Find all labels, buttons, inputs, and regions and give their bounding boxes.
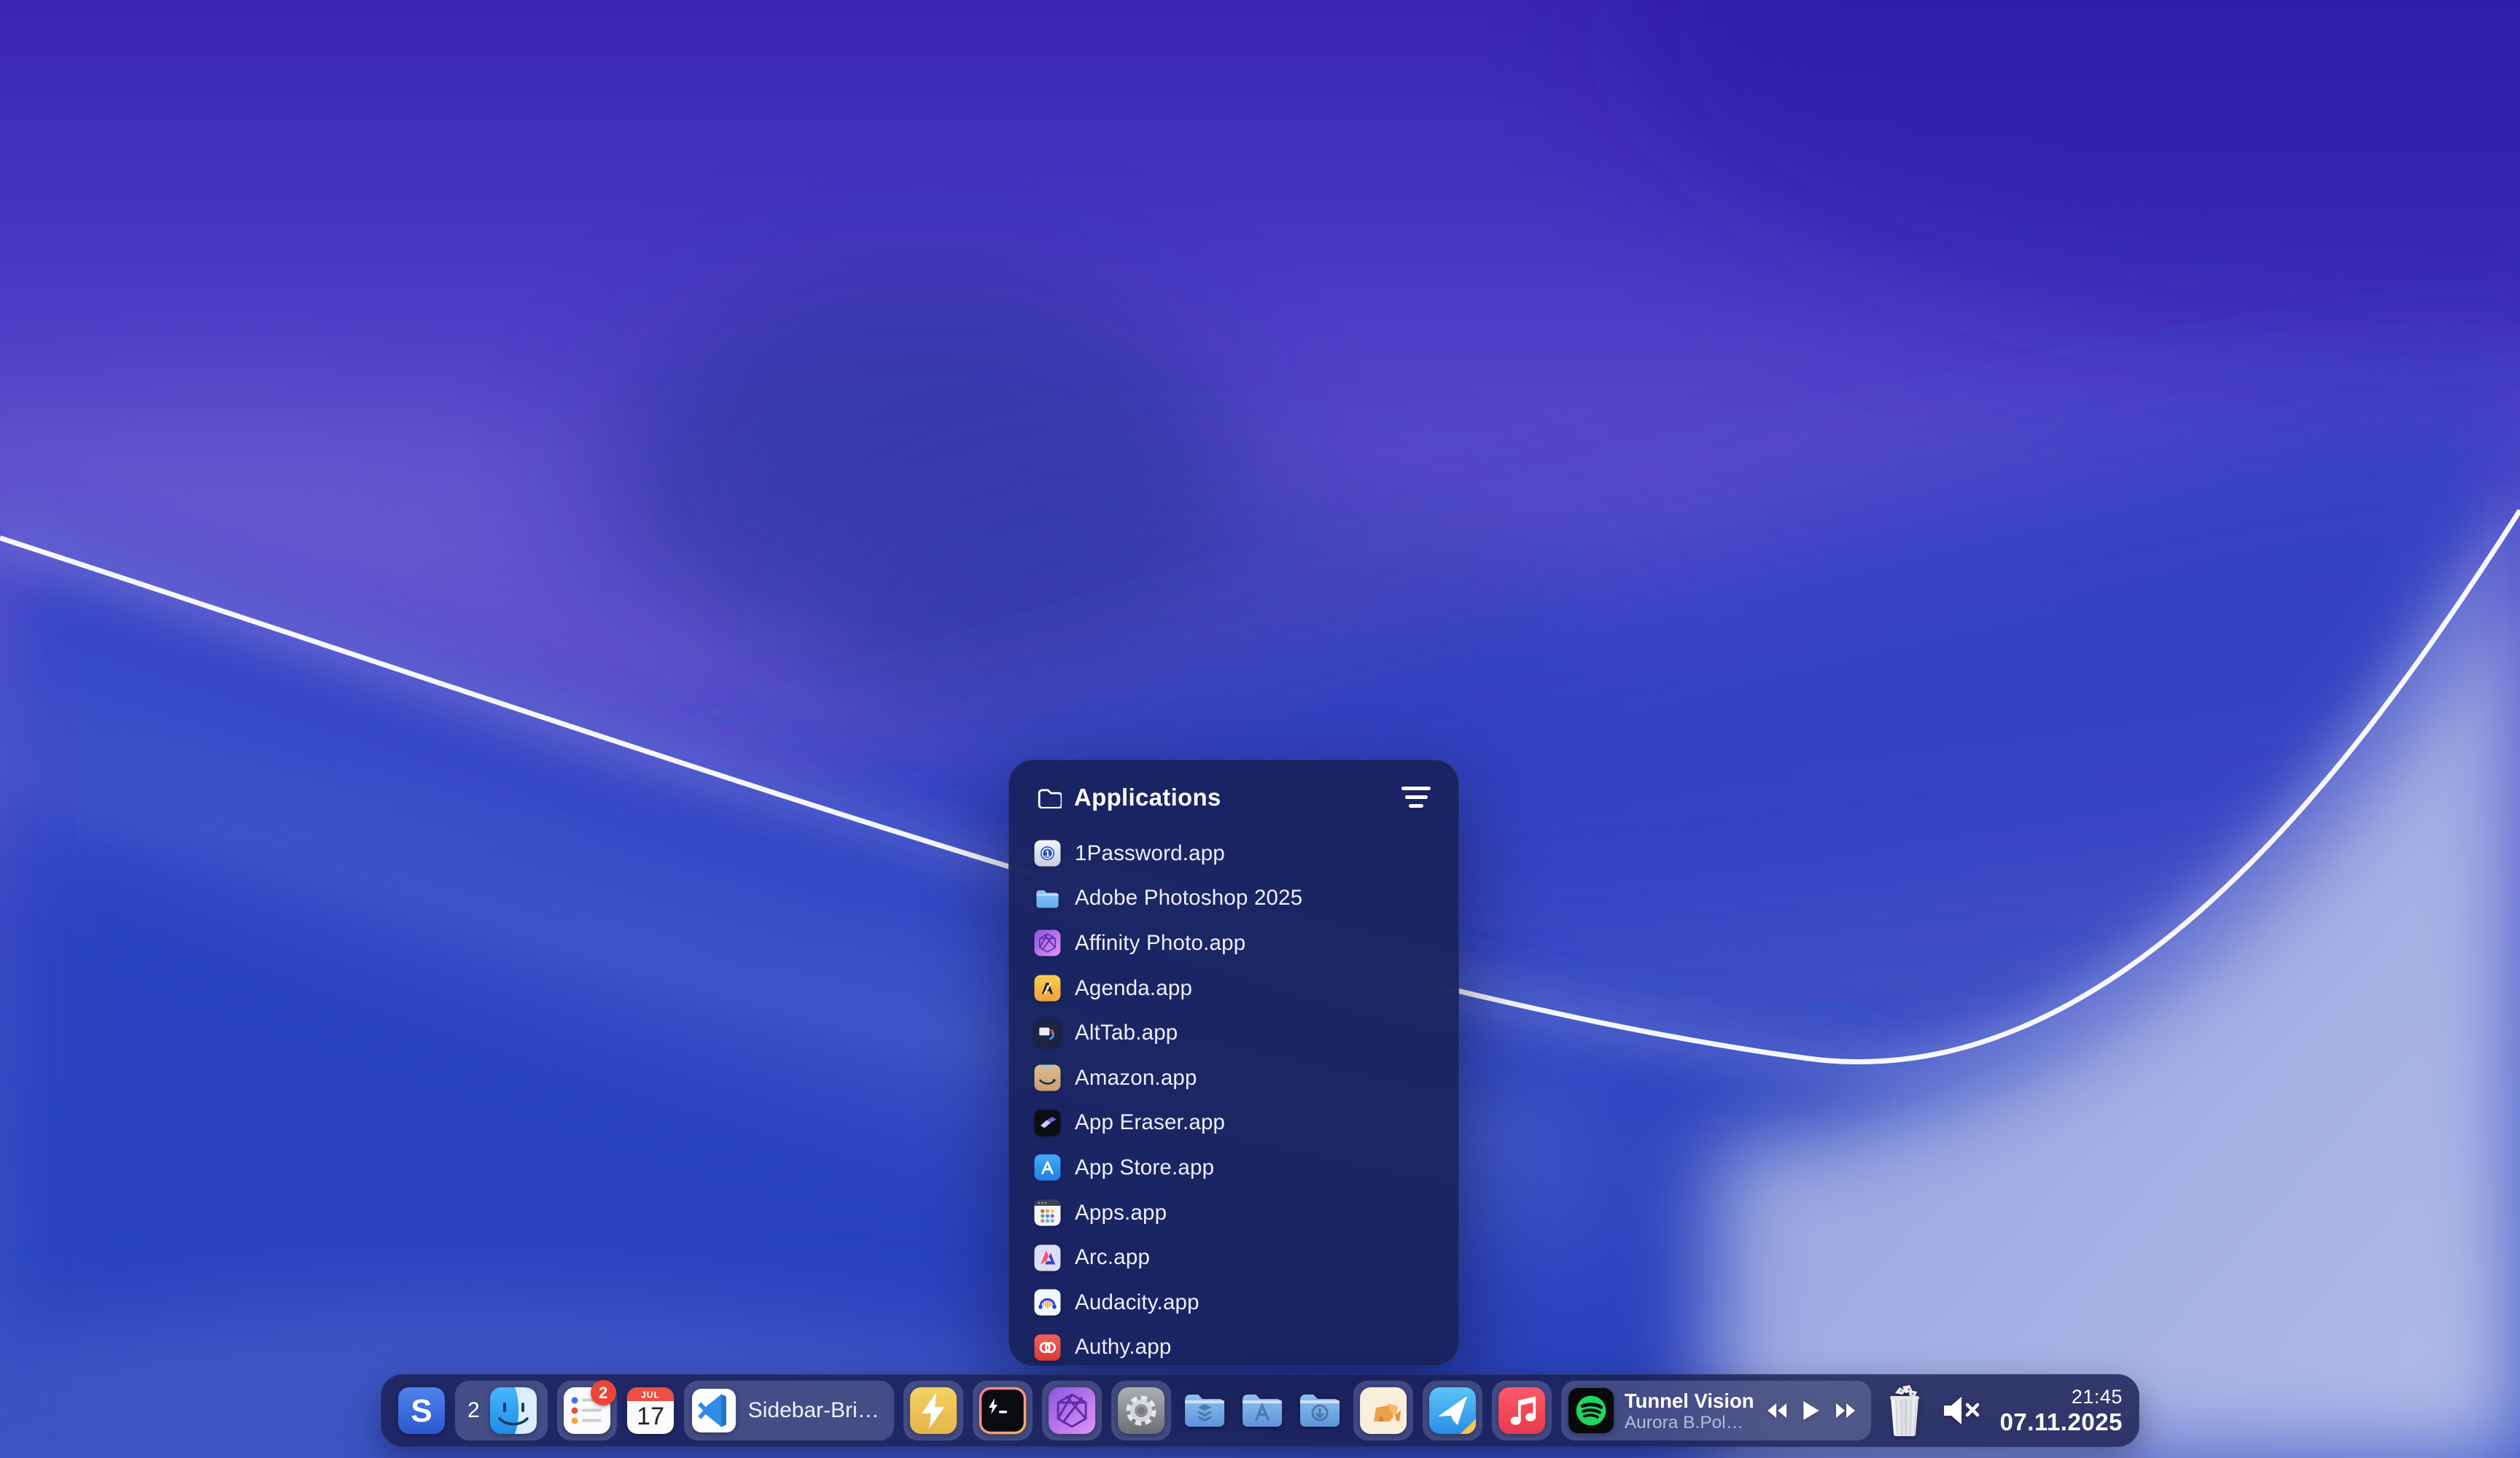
app-name: App Eraser.app — [1075, 1110, 1225, 1135]
app-name: Audacity.app — [1075, 1290, 1199, 1315]
music-note-icon — [1498, 1387, 1546, 1435]
sort-lines-icon[interactable] — [1400, 782, 1432, 812]
svg-text:S: S — [411, 1393, 432, 1429]
finder-window-count: 2 — [467, 1398, 480, 1423]
app-name: Arc.app — [1075, 1245, 1150, 1270]
player-controls — [1766, 1400, 1856, 1422]
rewind-button[interactable] — [1766, 1402, 1788, 1419]
list-item-amazon[interactable]: Amazon.app — [1009, 1056, 1458, 1101]
downloads-folder-button[interactable] — [1296, 1387, 1344, 1435]
media-player-widget[interactable]: Tunnel Vision Aurora B.Pol… — [1561, 1381, 1871, 1441]
finder-icon — [489, 1387, 537, 1435]
track-artist: Aurora B.Pol… — [1625, 1413, 1754, 1433]
app-name: Agenda.app — [1075, 976, 1192, 1001]
clock-widget[interactable]: 21:45 07.11.2025 — [2000, 1386, 2123, 1436]
s-app-button[interactable]: S — [397, 1387, 446, 1435]
app-name: AltTab.app — [1075, 1021, 1178, 1045]
list-item-arc[interactable]: Arc.app — [1009, 1235, 1458, 1280]
clock-time: 21:45 — [2000, 1386, 2123, 1408]
paper-plane-icon — [1428, 1387, 1477, 1435]
svg-text:1: 1 — [1045, 849, 1050, 859]
finder-dock-group[interactable]: 2 — [455, 1381, 548, 1441]
music-button[interactable] — [1492, 1381, 1552, 1441]
affinity-photo-icon — [1034, 929, 1061, 956]
s-app-icon: S — [397, 1387, 446, 1435]
list-item-affinity-photo[interactable]: Affinity Photo.app — [1009, 921, 1458, 966]
affinity-photo-icon — [1048, 1387, 1096, 1435]
audacity-icon — [1034, 1289, 1061, 1316]
app-name: Apps.app — [1075, 1201, 1167, 1225]
list-item-audacity[interactable]: Audacity.app — [1009, 1280, 1458, 1325]
stacks-folder-icon — [1181, 1387, 1229, 1435]
apps-grid-icon — [1034, 1199, 1061, 1226]
trash-button[interactable] — [1881, 1387, 1929, 1435]
clock-date: 07.11.2025 — [2000, 1408, 2123, 1436]
origami-elephant-icon — [1359, 1387, 1407, 1435]
volume-muted-icon — [1941, 1394, 1983, 1427]
play-button[interactable] — [1802, 1400, 1821, 1422]
reminders-badge: 2 — [591, 1380, 616, 1406]
arc-browser-icon — [1034, 1244, 1061, 1271]
vscode-window-title: Sidebar-Bri… — [748, 1398, 879, 1423]
stacks-folder-button[interactable] — [1181, 1387, 1229, 1435]
app-name: App Store.app — [1075, 1155, 1214, 1180]
spotify-icon — [1568, 1387, 1614, 1434]
fast-forward-button[interactable] — [1835, 1402, 1856, 1419]
trash-full-icon — [1885, 1384, 1924, 1437]
app-name: Affinity Photo.app — [1075, 931, 1245, 956]
panel-header: Applications — [1009, 760, 1458, 822]
list-item-1password[interactable]: 1 1Password.app — [1009, 831, 1458, 876]
amazon-icon — [1034, 1064, 1061, 1091]
app-name: 1Password.app — [1075, 841, 1225, 866]
applications-folder-icon — [1238, 1387, 1286, 1435]
alttab-icon — [1034, 1020, 1061, 1047]
app-name: Authy.app — [1075, 1335, 1171, 1360]
list-item-alttab[interactable]: AltTab.app — [1009, 1010, 1458, 1056]
downloads-folder-icon — [1296, 1387, 1344, 1435]
postico-button[interactable] — [1353, 1381, 1413, 1441]
affinity-photo-button[interactable] — [1042, 1381, 1102, 1441]
app-eraser-icon — [1034, 1110, 1061, 1137]
list-item-authy[interactable]: Authy.app — [1009, 1325, 1458, 1371]
calendar-button[interactable]: JUL 17 — [626, 1387, 674, 1435]
list-item-agenda[interactable]: A Agenda.app — [1009, 966, 1458, 1011]
vscode-icon — [691, 1388, 736, 1433]
track-title: Tunnel Vision — [1625, 1389, 1754, 1413]
vscode-window-button[interactable]: Sidebar-Bri… — [684, 1381, 894, 1441]
list-item-app-eraser[interactable]: App Eraser.app — [1009, 1101, 1458, 1146]
blue-folder-icon — [1034, 885, 1061, 912]
svg-text:17: 17 — [637, 1403, 664, 1430]
list-item-app-store[interactable]: App Store.app — [1009, 1145, 1458, 1190]
warp-terminal-button[interactable] — [973, 1381, 1032, 1441]
reminders-button[interactable]: 2 — [557, 1381, 617, 1441]
dock: S 2 2 JUL 17 — [381, 1374, 2139, 1447]
applications-folder-panel: Applications 1 1Password.app Adobe Photo… — [1008, 760, 1459, 1366]
bolt-app-button[interactable] — [903, 1381, 963, 1441]
agenda-icon: A — [1034, 975, 1061, 1002]
applications-list: 1 1Password.app Adobe Photoshop 2025 Aff… — [1009, 822, 1458, 1370]
1password-icon: 1 — [1034, 840, 1061, 867]
applications-folder-button[interactable] — [1238, 1387, 1286, 1435]
now-playing-info: Tunnel Vision Aurora B.Pol… — [1625, 1389, 1754, 1433]
volume-button[interactable] — [1938, 1387, 1986, 1435]
app-store-icon — [1034, 1154, 1061, 1181]
folder-outline-icon — [1037, 787, 1062, 808]
settings-button[interactable] — [1111, 1381, 1171, 1441]
app-name: Amazon.app — [1075, 1066, 1197, 1091]
panel-title: Applications — [1074, 784, 1221, 811]
settings-gear-icon — [1117, 1387, 1165, 1435]
authy-icon — [1034, 1334, 1061, 1361]
warp-terminal-icon — [979, 1387, 1027, 1435]
calendar-icon: JUL 17 — [626, 1387, 674, 1435]
list-item-apps[interactable]: Apps.app — [1009, 1190, 1458, 1236]
svg-text:JUL: JUL — [641, 1390, 660, 1400]
spark-mail-button[interactable] — [1423, 1381, 1482, 1441]
list-item-photoshop-folder[interactable]: Adobe Photoshop 2025 — [1009, 876, 1458, 921]
lightning-icon — [909, 1387, 957, 1435]
app-name: Adobe Photoshop 2025 — [1075, 886, 1302, 911]
